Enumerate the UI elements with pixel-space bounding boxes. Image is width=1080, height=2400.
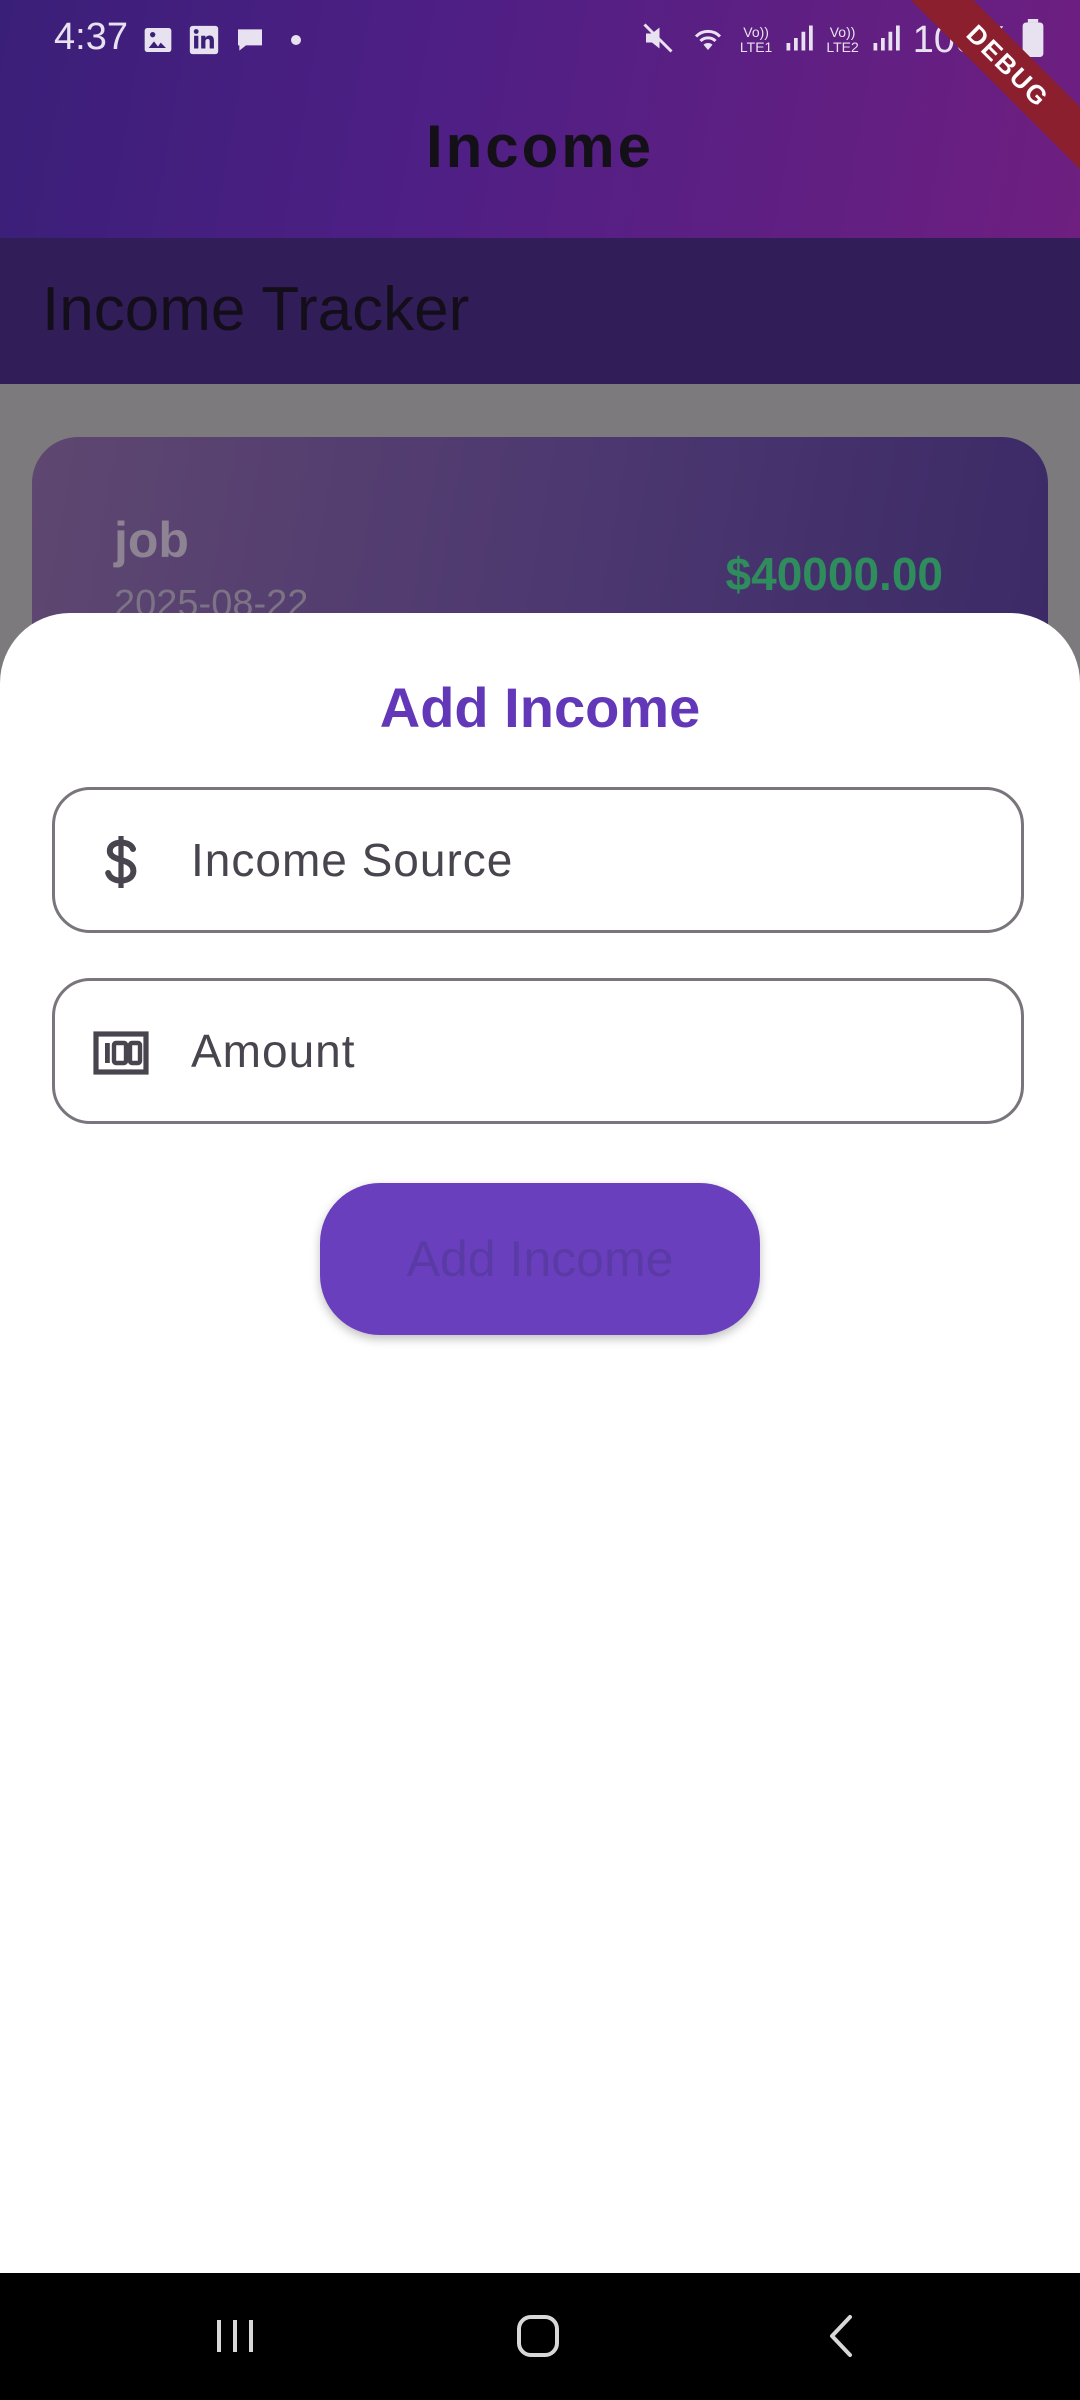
signal-icon	[784, 21, 814, 60]
income-amount: $40000.00	[725, 548, 943, 600]
sim1-label-bottom: LTE1	[739, 39, 773, 55]
page-title: Income	[425, 113, 655, 180]
income-source-input[interactable]	[191, 790, 991, 930]
sim1-label: Vo)) LTE1	[740, 25, 772, 55]
status-time: 4:37	[54, 16, 128, 58]
back-icon[interactable]	[806, 2301, 876, 2371]
image-icon	[140, 22, 176, 58]
subheader-title: Income Tracker	[42, 275, 470, 344]
mute-icon	[640, 20, 676, 61]
linkedin-icon	[186, 22, 222, 58]
wifi-icon	[688, 20, 728, 61]
signal-icon	[871, 21, 901, 60]
recent-apps-icon[interactable]	[200, 2301, 270, 2371]
add-income-sheet: Add Income Add Income	[0, 613, 1080, 2273]
status-bar: 4:37 Vo)) LTE1 Vo)) LTE2	[0, 0, 1080, 80]
sheet-title: Add Income	[379, 676, 701, 739]
amount-input[interactable]	[191, 981, 991, 1121]
sim2-label-top: Vo))	[829, 24, 856, 40]
navigation-bar	[0, 2273, 1080, 2400]
sim1-label-top: Vo))	[743, 24, 769, 40]
subheader: Income Tracker	[0, 238, 1080, 384]
home-icon[interactable]	[503, 2301, 573, 2371]
notification-icons	[140, 20, 314, 60]
chat-bubble-icon	[232, 22, 268, 58]
income-source: job	[114, 512, 189, 568]
dollar-icon	[93, 834, 149, 890]
money-bill-icon	[93, 1025, 149, 1081]
sim2-label-bottom: LTE2	[826, 39, 859, 55]
dot-icon	[278, 22, 314, 58]
sim2-label: Vo)) LTE2	[826, 25, 858, 55]
add-income-button[interactable]: Add Income	[320, 1183, 760, 1335]
app-bar: 4:37 Vo)) LTE1 Vo)) LTE2 Income	[0, 0, 1080, 238]
amount-field[interactable]	[52, 978, 1024, 1124]
income-source-field[interactable]	[52, 787, 1024, 933]
